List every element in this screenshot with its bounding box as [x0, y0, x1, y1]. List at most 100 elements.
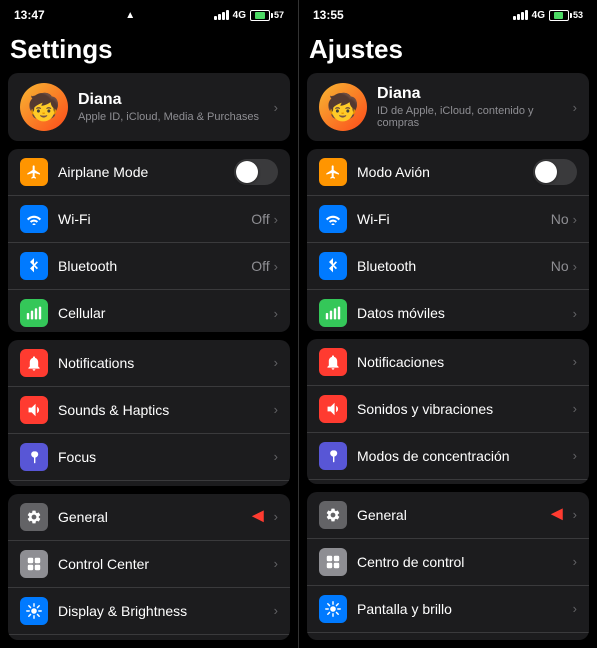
right-wifi-value: No	[551, 211, 569, 227]
right-status-right: 4G 53	[513, 10, 583, 21]
left-phone: 13:47 ▲ 4G 57 Settings 🧒 Diana Apple ID,…	[0, 0, 298, 648]
right-system-group: General ◄ › Centro de control ›	[307, 492, 589, 640]
right-bt-value: No	[551, 258, 569, 274]
right-row-controlcenter[interactable]: Centro de control ›	[307, 539, 589, 586]
right-general-icon	[319, 501, 347, 529]
right-notif-label: Notificaciones	[357, 354, 573, 370]
right-control-label: Centro de control	[357, 554, 573, 570]
right-row-focus[interactable]: Modos de concentración ›	[307, 433, 589, 480]
right-notif-icon	[319, 348, 347, 376]
left-profile-name: Diana	[78, 91, 274, 109]
left-notif-chevron: ›	[274, 355, 278, 370]
right-airplane-icon	[319, 158, 347, 186]
left-row-cellular[interactable]: Cellular ›	[8, 290, 290, 332]
left-airplane-icon	[20, 158, 48, 186]
right-row-sounds[interactable]: Sonidos y vibraciones ›	[307, 386, 589, 433]
right-wifi-chevron: ›	[573, 212, 577, 227]
left-display-label: Display & Brightness	[58, 603, 274, 619]
right-focus-chevron: ›	[573, 448, 577, 463]
right-focus-label: Modos de concentración	[357, 448, 573, 464]
right-profile-chevron: ›	[573, 100, 577, 115]
left-connectivity-group: Airplane Mode Wi-Fi Off ›	[8, 149, 290, 332]
right-row-cellular[interactable]: Datos móviles ›	[307, 290, 589, 331]
left-row-sounds[interactable]: Sounds & Haptics ›	[8, 387, 290, 434]
left-control-label: Control Center	[58, 556, 274, 572]
left-battery-pct: 57	[274, 10, 284, 20]
right-avatar: 🧒	[319, 83, 367, 131]
right-row-general[interactable]: General ◄ ›	[307, 492, 589, 539]
left-bt-icon	[20, 252, 48, 280]
left-time: 13:47	[14, 8, 45, 22]
left-airplane-toggle[interactable]	[234, 159, 278, 185]
right-profile-row[interactable]: 🧒 Diana ID de Apple, iCloud, contenido y…	[307, 73, 589, 141]
right-row-bluetooth[interactable]: Bluetooth No ›	[307, 243, 589, 290]
right-bt-chevron: ›	[573, 259, 577, 274]
left-notif-label: Notifications	[58, 355, 274, 371]
left-row-home[interactable]: Home Screen & App Library ›	[8, 635, 290, 640]
left-row-screentime[interactable]: Screen Time ›	[8, 481, 290, 486]
left-avatar: 🧒	[20, 83, 68, 131]
left-system-group: General ◄ › Control Center ›	[8, 494, 290, 640]
right-sounds-chevron: ›	[573, 401, 577, 416]
left-status-bar: 13:47 ▲ 4G 57	[0, 0, 298, 28]
right-wifi-icon	[319, 205, 347, 233]
right-row-home[interactable]: Pantalla de inicio y biblioteca de apps …	[307, 633, 589, 640]
left-airplane-label: Airplane Mode	[58, 164, 234, 180]
left-sounds-icon	[20, 396, 48, 424]
right-cellular-icon	[319, 299, 347, 327]
left-cellular-label: Cellular	[58, 305, 274, 321]
right-airplane-toggle[interactable]	[533, 159, 577, 185]
right-control-chevron: ›	[573, 554, 577, 569]
right-display-chevron: ›	[573, 601, 577, 616]
right-wifi-label: Wi-Fi	[357, 211, 551, 227]
left-display-icon	[20, 597, 48, 625]
left-row-notifications[interactable]: Notifications ›	[8, 340, 290, 387]
left-status-right: 4G 57	[214, 10, 284, 21]
left-notif-group: Notifications › Sounds & Haptics ›	[8, 340, 290, 486]
left-row-wifi[interactable]: Wi-Fi Off ›	[8, 196, 290, 243]
right-row-airplane[interactable]: Modo Avión	[307, 149, 589, 196]
left-row-controlcenter[interactable]: Control Center ›	[8, 541, 290, 588]
right-airplane-label: Modo Avión	[357, 164, 533, 180]
left-bt-chevron: ›	[274, 259, 278, 274]
right-general-chevron: ›	[573, 507, 577, 522]
right-bt-icon	[319, 252, 347, 280]
right-row-notifications[interactable]: Notificaciones ›	[307, 339, 589, 386]
right-general-red-arrow: ◄	[547, 503, 567, 526]
left-wifi-icon	[20, 205, 48, 233]
right-row-screentime[interactable]: Tiempo de uso ›	[307, 480, 589, 484]
right-network: 4G	[532, 10, 545, 21]
right-battery-pct: 53	[573, 10, 583, 20]
left-row-focus[interactable]: Focus ›	[8, 434, 290, 481]
left-wifi-value: Off	[251, 211, 269, 227]
left-row-display[interactable]: Display & Brightness ›	[8, 588, 290, 635]
left-wifi-label: Wi-Fi	[58, 211, 251, 227]
left-cellular-icon	[20, 299, 48, 327]
left-profile-row[interactable]: 🧒 Diana Apple ID, iCloud, Media & Purcha…	[8, 73, 290, 141]
right-display-label: Pantalla y brillo	[357, 601, 573, 617]
right-profile-sub: ID de Apple, iCloud, contenido y compras	[377, 105, 573, 129]
right-display-icon	[319, 595, 347, 623]
left-row-general[interactable]: General ◄ ›	[8, 494, 290, 541]
right-bt-label: Bluetooth	[357, 258, 551, 274]
left-focus-label: Focus	[58, 449, 274, 465]
left-cellular-chevron: ›	[274, 306, 278, 321]
left-sounds-label: Sounds & Haptics	[58, 402, 274, 418]
left-general-label: General	[58, 509, 248, 525]
right-sounds-icon	[319, 395, 347, 423]
left-display-chevron: ›	[274, 603, 278, 618]
right-focus-icon	[319, 442, 347, 470]
left-control-icon	[20, 550, 48, 578]
left-row-bluetooth[interactable]: Bluetooth Off ›	[8, 243, 290, 290]
right-title: Ajustes	[307, 30, 589, 73]
left-row-airplane[interactable]: Airplane Mode	[8, 149, 290, 196]
right-phone: 13:55 4G 53 Ajustes 🧒 Diana ID de Apple,…	[299, 0, 597, 648]
right-cellular-label: Datos móviles	[357, 305, 573, 321]
right-connectivity-group: Modo Avión Wi-Fi No ›	[307, 149, 589, 331]
left-focus-chevron: ›	[274, 449, 278, 464]
left-profile-sub: Apple ID, iCloud, Media & Purchases	[78, 111, 274, 123]
left-signal	[214, 10, 229, 20]
right-row-wifi[interactable]: Wi-Fi No ›	[307, 196, 589, 243]
right-row-display[interactable]: Pantalla y brillo ›	[307, 586, 589, 633]
left-network: 4G	[233, 10, 246, 21]
